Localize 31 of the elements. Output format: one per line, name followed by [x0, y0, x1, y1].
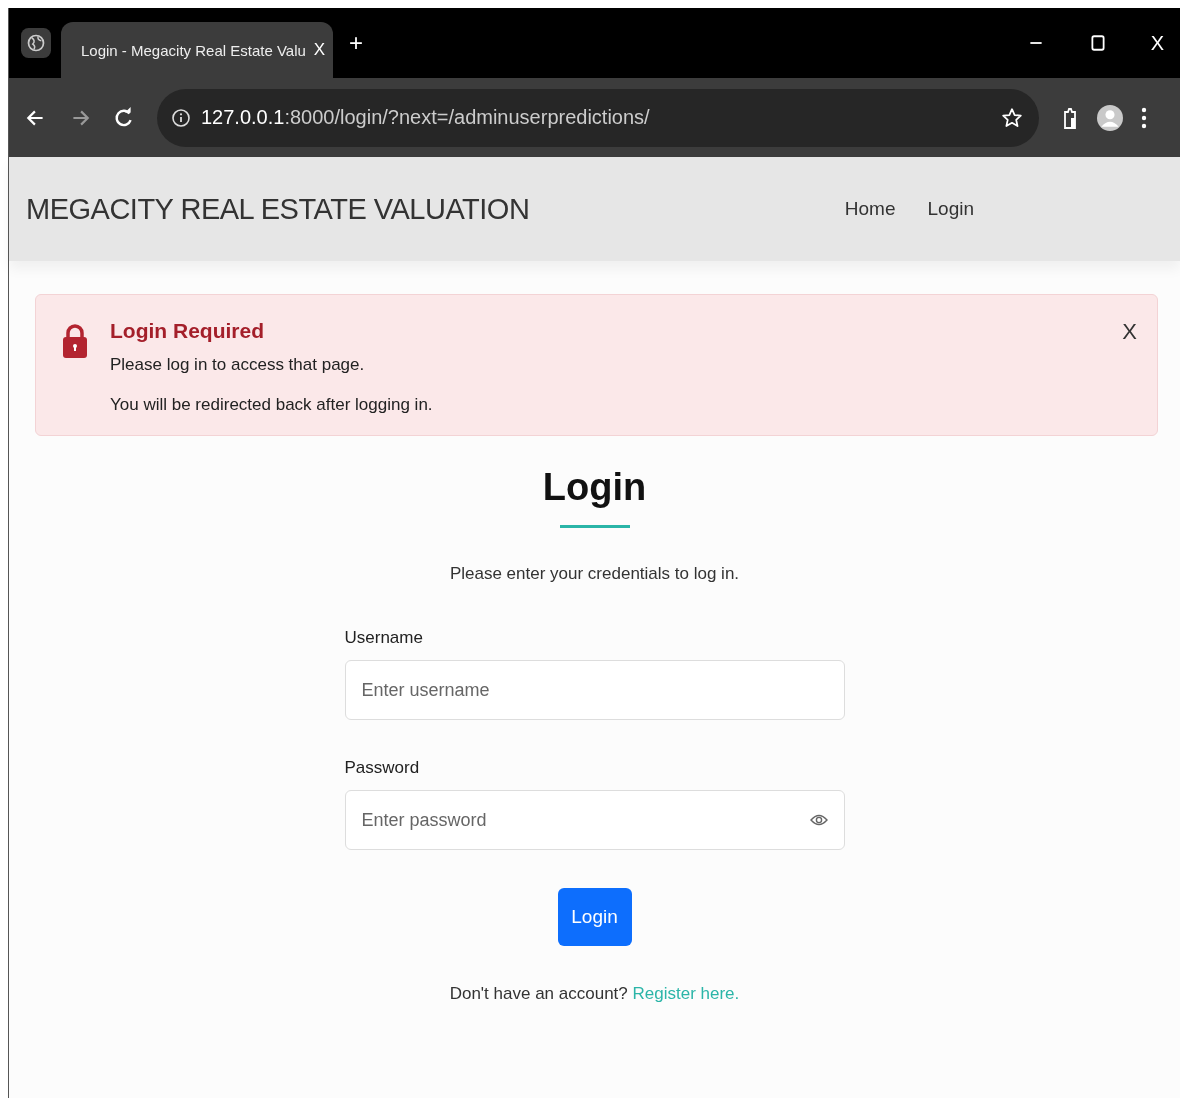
- tab-title: Login - Megacity Real Estate Valu: [81, 41, 306, 59]
- site-title[interactable]: MEGACITY REAL ESTATE VALUATION: [26, 192, 530, 226]
- alert-message: Please log in to access that page.: [110, 355, 366, 375]
- password-field[interactable]: Enter password: [344, 790, 845, 850]
- nav-link[interactable]: Login: [927, 198, 974, 220]
- maximize-icon[interactable]: [1088, 34, 1107, 52]
- url-text: 127.0.0.1:8000/login/?next=/adminuserpredictions/: [201, 106, 650, 129]
- lock-icon: [62, 323, 88, 359]
- form-subtitle: Please enter your credentials to log in.: [449, 564, 740, 584]
- heading-underline: [559, 525, 630, 528]
- close-button[interactable]: X: [1122, 319, 1137, 343]
- field-label: Password: [344, 758, 421, 778]
- info-icon: [171, 107, 191, 128]
- page-heading: Login: [542, 466, 647, 509]
- avatar-icon[interactable]: [1097, 104, 1123, 131]
- alert-title: Login Required: [110, 319, 265, 343]
- browser-tab[interactable]: Login - Megacity Real Estate Valu X: [61, 22, 333, 78]
- menu-icon[interactable]: [1141, 106, 1147, 129]
- login-button[interactable]: Login: [557, 888, 632, 946]
- nav-link[interactable]: Home: [844, 198, 896, 220]
- globe-icon[interactable]: [21, 28, 51, 58]
- star-icon[interactable]: [1001, 106, 1023, 129]
- address-bar[interactable]: 127.0.0.1:8000/login/?next=/adminuserpredictions/: [157, 88, 1039, 147]
- field-label: Username: [344, 628, 424, 648]
- tab-close-button[interactable]: X: [313, 40, 326, 60]
- alert-message: You will be redirected back after logging in.: [110, 395, 434, 415]
- reload-icon[interactable]: [113, 106, 135, 129]
- register-prompt: Don't have an account? Register here.: [449, 984, 740, 1004]
- username-field[interactable]: Enter username: [344, 660, 845, 720]
- new-tab-button[interactable]: +: [349, 29, 363, 57]
- window-close-button[interactable]: X: [1150, 31, 1164, 55]
